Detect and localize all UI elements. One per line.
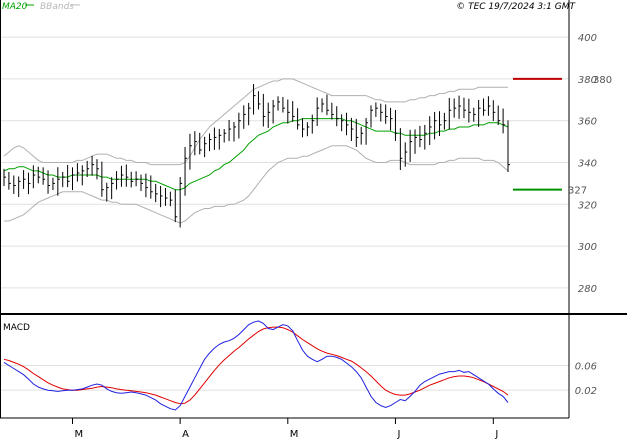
x-tick-label: J xyxy=(494,429,498,440)
ma20-line-group xyxy=(3,118,509,191)
ma20-line xyxy=(3,118,509,191)
stock-chart: 380 327 400 380 360 340 320 300 280 0.06 0.02 M A M J… xyxy=(0,0,627,440)
chart-canvas: 380 327 400 380 360 340 320 300 280 0.06 0.02 M A M J… xyxy=(0,0,627,440)
axis-ticks: 400 380 360 340 320 300 280 0.06 0.02 M A M J J xyxy=(72,33,597,440)
support-label: 327 xyxy=(568,186,587,197)
bband-lower-line xyxy=(4,145,509,224)
price-tick-label: 340 xyxy=(578,159,597,170)
x-tick-label: M xyxy=(75,429,84,440)
copyright-text: © TEC 19/7/2024 3:1 GMT xyxy=(456,2,576,12)
bband-upper-line xyxy=(3,78,508,166)
price-tick-label: 400 xyxy=(578,33,597,44)
x-tick-label: M xyxy=(290,429,299,440)
price-tick-label: 320 xyxy=(578,200,597,211)
macd-tick-label: 0.02 xyxy=(575,386,597,397)
price-bars xyxy=(3,83,510,228)
legend-ma20: MA20 xyxy=(2,2,28,12)
macd-tick-label: 0.06 xyxy=(575,361,597,372)
price-tick-label: 300 xyxy=(578,242,597,253)
bollinger-bands xyxy=(3,78,509,224)
macd-label: MACD xyxy=(3,323,30,333)
price-tick-label: 280 xyxy=(578,284,597,295)
chart-frame xyxy=(0,0,627,419)
x-tick-label: J xyxy=(396,429,400,440)
price-levels: 380 327 xyxy=(513,75,612,197)
x-tick-label: A xyxy=(182,429,189,440)
legend-bbands: BBands xyxy=(40,2,74,12)
price-tick-label: 380 xyxy=(578,75,597,86)
price-tick-label: 360 xyxy=(578,117,597,128)
grid xyxy=(0,36,569,391)
